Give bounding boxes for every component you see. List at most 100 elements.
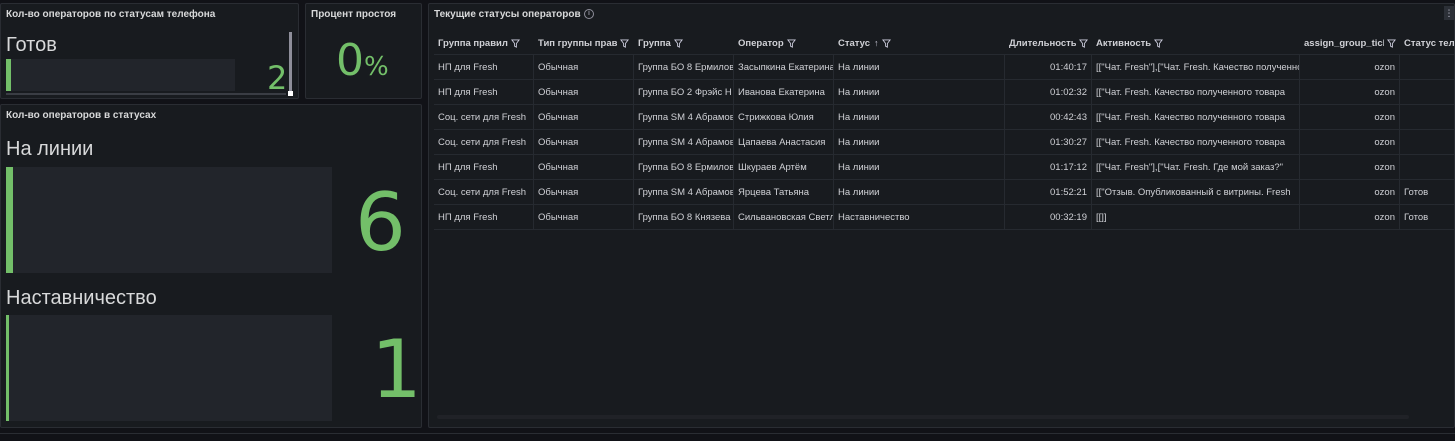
table-cell-phone-status [1400,105,1454,129]
panel-menu-button[interactable]: ⋮ [1444,6,1454,20]
panel-title: Текущие статусы операторов [434,9,581,20]
scroll-track[interactable] [289,32,292,92]
table-cell-duration: 01:30:27 [1005,130,1092,154]
filter-icon[interactable] [1154,38,1164,48]
operators-table: Группа правил Тип группы прав Группа Операт… [434,32,1454,230]
table-cell-assign-group: ozon [1300,105,1400,129]
filter-icon[interactable] [510,38,520,48]
table-cell-activity: [["Чат. Fresh"],["Чат. Fresh. Где мой за… [1092,155,1300,179]
phone-status-panel: Кол-во операторов по статусам телефона Г… [0,3,299,99]
table-cell-rule-group: НП для Fresh [434,155,534,179]
column-header-phone-status[interactable]: Статус тел [1400,32,1454,54]
table-cell-group: Группа SM 4 Абрамова [634,180,734,204]
column-header-status[interactable]: Статус ↑ [834,32,1005,54]
table-cell-group-type: Обычная [534,180,634,204]
table-cell-phone-status: Готов [1400,205,1454,229]
table-cell-assign-group: ozon [1300,180,1400,204]
table-cell-group-type: Обычная [534,205,634,229]
table-cell-group: Группа БО 8 Ермилова [634,155,734,179]
table-cell-activity: [["Отзыв. Опубликованный с витрины. Fres… [1092,180,1300,204]
table-cell-activity: [["Чат. Fresh. Качество полученного това… [1092,105,1300,129]
column-header-label: Оператор [738,37,784,49]
status-bar [6,59,235,91]
table-cell-group-type: Обычная [534,105,634,129]
column-header-activity[interactable]: Активность [1092,32,1300,54]
status-item-bar [6,167,332,273]
column-header-label: Группа правил [438,37,508,49]
table-cell-phone-status [1400,155,1454,179]
column-header-assign-group[interactable]: assign_group_ticl [1300,32,1400,54]
filter-icon[interactable] [1387,38,1396,48]
table-row[interactable]: Соц. сети для Fresh Обычная Группа SM 4 Аб… [434,180,1454,205]
horizontal-scrollbar[interactable] [437,415,1409,419]
column-header-rule-group[interactable]: Группа правил [434,32,534,54]
table-cell-status: На линии [834,180,1005,204]
table-cell-phone-status [1400,55,1454,79]
idle-percent-panel: Процент простоя 0% [305,3,422,99]
filter-icon[interactable] [1079,38,1088,48]
table-cell-assign-group: ozon [1300,205,1400,229]
table-cell-duration: 01:02:32 [1005,80,1092,104]
status-item-value: 6 [355,176,406,269]
status-count-panel: Кол-во операторов в статусах На линии 6 … [0,104,422,428]
table-cell-operator: Сильвановская Светлана [734,205,834,229]
table-row[interactable]: Соц. сети для Fresh Обычная Группа SM 4 Аб… [434,105,1454,130]
idle-value: 0% [336,39,389,83]
filter-icon[interactable] [673,38,683,48]
table-cell-duration: 01:40:17 [1005,55,1092,79]
filter-icon[interactable] [881,38,891,48]
table-row[interactable]: НП для Fresh Обычная Группа БО 2 Фрэйс Н Ив… [434,80,1454,105]
status-value: 2 [267,59,288,97]
sort-ascending-icon[interactable]: ↑ [874,38,879,48]
idle-unit: % [364,52,389,82]
table-cell-status: На линии [834,155,1005,179]
table-cell-activity: [["Чат. Fresh. Качество полученного това… [1092,80,1300,104]
status-item-value: 1 [371,323,422,416]
column-header-label: assign_group_ticl [1304,37,1384,49]
table-cell-phone-status [1400,130,1454,154]
status-item-label: Наставничество [6,287,157,309]
scroll-handle[interactable] [288,91,293,96]
table-cell-status: Наставничество [834,205,1005,229]
table-cell-phone-status: Готов [1400,180,1454,204]
filter-icon[interactable] [620,38,630,48]
table-cell-group-type: Обычная [534,55,634,79]
column-header-label: Тип группы прав [538,37,618,49]
table-cell-status: На линии [834,80,1005,104]
info-icon[interactable]: i [584,9,594,19]
table-cell-group: Группа БО 2 Фрэйс Н [634,80,734,104]
table-cell-assign-group: ozon [1300,130,1400,154]
panel-title: Кол-во операторов в статусах [6,110,157,121]
column-header-label: Длительность [1009,37,1076,49]
table-cell-rule-group: НП для Fresh [434,205,534,229]
column-header-label: Статус тел [1404,37,1454,49]
table-cell-activity: [["Чат. Fresh"],["Чат. Fresh. Качество п… [1092,55,1300,79]
table-cell-duration: 00:32:19 [1005,205,1092,229]
table-cell-assign-group: ozon [1300,155,1400,179]
column-header-group[interactable]: Группа [634,32,734,54]
table-cell-status: На линии [834,105,1005,129]
table-cell-activity: [[]] [1092,205,1300,229]
table-row[interactable]: НП для Fresh Обычная Группа БО 8 Князева Си… [434,205,1454,230]
table-cell-operator: Цапаева Анастасия [734,130,834,154]
table-cell-rule-group: Соц. сети для Fresh [434,180,534,204]
table-cell-assign-group: ozon [1300,80,1400,104]
filter-icon[interactable] [786,38,796,48]
table-row[interactable]: НП для Fresh Обычная Группа БО 8 Ермилова З… [434,55,1454,80]
table-header: Группа правил Тип группы прав Группа Операт… [434,32,1454,55]
table-cell-duration: 01:52:21 [1005,180,1092,204]
table-cell-operator: Ярцева Татьяна [734,180,834,204]
column-header-group-type[interactable]: Тип группы прав [534,32,634,54]
status-item-bar-fill [6,315,10,421]
bar-baseline [6,93,286,95]
table-cell-duration: 01:17:12 [1005,155,1092,179]
column-header-operator[interactable]: Оператор [734,32,834,54]
column-header-duration[interactable]: Длительность [1005,32,1092,54]
table-row[interactable]: НП для Fresh Обычная Группа БО 8 Ермилова Ш… [434,155,1454,180]
status-item-bar-fill [6,167,13,273]
table-cell-rule-group: НП для Fresh [434,55,534,79]
table-row[interactable]: Соц. сети для Fresh Обычная Группа SM 4 Аб… [434,130,1454,155]
idle-number: 0 [336,35,364,86]
status-item-bar [6,315,332,421]
status-label: Готов [6,34,57,56]
